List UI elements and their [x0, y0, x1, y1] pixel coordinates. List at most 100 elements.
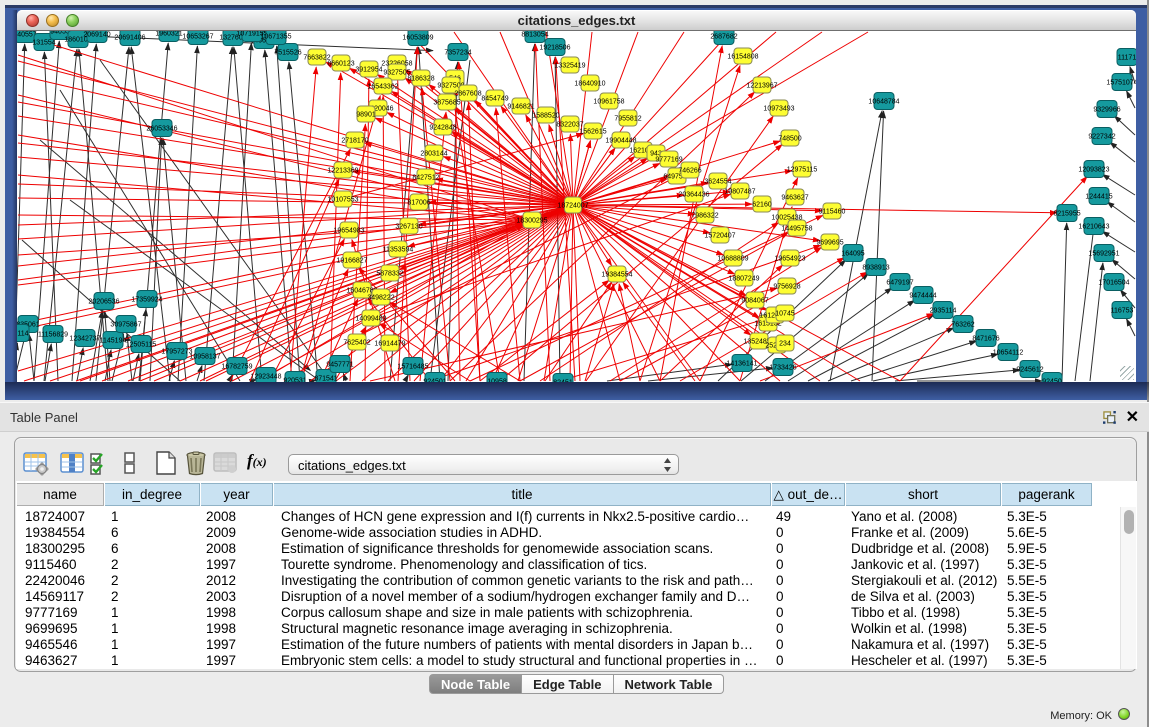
- svg-text:2687682: 2687682: [710, 34, 737, 41]
- svg-text:8471676: 8471676: [972, 336, 999, 343]
- svg-text:9474444: 9474444: [909, 293, 936, 300]
- svg-text:94055: 94055: [50, 31, 70, 36]
- svg-text:98901: 98901: [356, 112, 376, 119]
- svg-text:8186328: 8186328: [407, 76, 434, 83]
- svg-text:12975115: 12975115: [787, 167, 818, 174]
- svg-text:3912954: 3912954: [355, 67, 382, 74]
- svg-text:10973493: 10973493: [763, 106, 794, 113]
- svg-text:1960321: 1960321: [155, 31, 182, 38]
- svg-text:19654923: 19654923: [774, 256, 805, 263]
- svg-text:748500: 748500: [778, 136, 801, 143]
- svg-text:2935114: 2935114: [930, 308, 957, 315]
- svg-text:12213967: 12213967: [746, 83, 777, 90]
- svg-text:9463627: 9463627: [781, 195, 808, 202]
- svg-text:18724007: 18724007: [557, 203, 588, 210]
- svg-text:7986322: 7986322: [691, 213, 718, 220]
- svg-text:10745: 10745: [775, 311, 795, 318]
- svg-text:2867608: 2867608: [454, 91, 481, 98]
- svg-text:8660123: 8660123: [327, 61, 354, 68]
- svg-text:12342737: 12342737: [69, 336, 100, 343]
- svg-text:18300295: 18300295: [516, 218, 547, 225]
- svg-text:15720407: 15720407: [704, 233, 735, 240]
- svg-text:1145194: 1145194: [100, 338, 127, 345]
- svg-text:8427512: 8427512: [412, 175, 439, 182]
- svg-text:19904448: 19904448: [605, 138, 636, 145]
- svg-text:763262: 763262: [951, 322, 974, 329]
- svg-text:6479197: 6479197: [886, 280, 913, 287]
- svg-text:2718170: 2718170: [341, 138, 368, 145]
- svg-text:5878332: 5878332: [376, 271, 403, 278]
- svg-text:12505115: 12505115: [126, 342, 157, 349]
- svg-text:11353594: 11353594: [383, 247, 414, 254]
- svg-text:164095: 164095: [841, 251, 864, 258]
- svg-text:62160: 62160: [752, 202, 772, 209]
- svg-text:15751074: 15751074: [1106, 80, 1136, 87]
- svg-text:30975867: 30975867: [110, 322, 141, 329]
- svg-text:16053809: 16053809: [402, 35, 433, 42]
- svg-text:8813054: 8813054: [521, 32, 548, 39]
- svg-text:15716485: 15716485: [397, 364, 428, 371]
- svg-text:15692951: 15692951: [1088, 251, 1119, 258]
- svg-text:39114: 39114: [17, 331, 29, 338]
- svg-text:10961758: 10961758: [593, 99, 624, 106]
- svg-text:10107553: 10107553: [327, 197, 358, 204]
- svg-text:2069140: 2069140: [83, 32, 110, 39]
- svg-text:131554: 131554: [32, 40, 55, 47]
- svg-text:746266: 746266: [678, 168, 701, 175]
- svg-text:14136141: 14136141: [726, 361, 757, 368]
- svg-text:9115460: 9115460: [819, 209, 846, 216]
- svg-text:14099489: 14099489: [355, 316, 386, 323]
- svg-text:11171: 11171: [1118, 55, 1136, 62]
- svg-text:19218506: 19218506: [539, 45, 570, 52]
- svg-text:20364436: 20364436: [678, 192, 709, 199]
- svg-text:16914479: 16914479: [374, 341, 405, 348]
- svg-text:9756928: 9756928: [773, 284, 800, 291]
- svg-text:9699695: 9699695: [816, 240, 843, 247]
- svg-text:19654983: 19654983: [333, 228, 364, 235]
- svg-text:8454749: 8454749: [481, 96, 508, 103]
- svg-text:8938913: 8938913: [862, 265, 889, 272]
- svg-text:18807249: 18807249: [728, 276, 759, 283]
- svg-text:9245612: 9245612: [1016, 367, 1043, 374]
- svg-text:1562615: 1562615: [579, 129, 606, 136]
- svg-text:9327505: 9327505: [383, 70, 410, 77]
- svg-text:11156829: 11156829: [38, 332, 68, 339]
- svg-text:10671355: 10671355: [260, 34, 291, 41]
- svg-text:817006: 817006: [407, 200, 430, 207]
- svg-text:9227342: 9227342: [1088, 134, 1115, 141]
- svg-text:17016504: 17016504: [1098, 280, 1129, 287]
- svg-text:19384554: 19384554: [601, 272, 632, 279]
- svg-text:3624554: 3624554: [704, 179, 731, 186]
- svg-text:9084067: 9084067: [741, 298, 768, 305]
- svg-text:9146821: 9146821: [507, 104, 534, 111]
- svg-text:10648784: 10648784: [868, 99, 899, 106]
- svg-text:17359924: 17359924: [131, 297, 162, 304]
- svg-text:7357234: 7357234: [444, 50, 471, 57]
- svg-text:3875685: 3875685: [433, 100, 460, 107]
- svg-text:10654112: 10654112: [993, 350, 1024, 357]
- svg-text:26053346: 26053346: [146, 126, 177, 133]
- svg-text:16782759: 16782759: [221, 364, 252, 371]
- svg-text:12093823: 12093823: [1078, 167, 1109, 174]
- svg-text:12923448: 12923448: [250, 374, 281, 381]
- svg-text:20691406: 20691406: [114, 35, 145, 42]
- svg-text:2803144: 2803144: [420, 151, 447, 158]
- svg-text:12213369: 12213369: [327, 168, 358, 175]
- svg-text:1244415: 1244415: [1085, 194, 1112, 201]
- svg-text:16210643: 16210643: [1078, 224, 1109, 231]
- svg-text:10653267: 10653267: [182, 34, 213, 41]
- svg-text:13325419: 13325419: [554, 63, 585, 70]
- svg-text:116753: 116753: [1111, 308, 1134, 315]
- svg-text:20206536: 20206536: [88, 299, 119, 306]
- svg-text:16543362: 16543362: [367, 84, 398, 91]
- svg-text:10958137: 10958137: [189, 354, 220, 361]
- svg-text:16154808: 16154808: [727, 54, 758, 61]
- svg-text:7625402: 7625402: [343, 340, 370, 347]
- svg-text:9242848: 9242848: [429, 125, 456, 132]
- svg-text:8215955: 8215955: [1053, 211, 1080, 218]
- svg-text:18640910: 18640910: [574, 81, 605, 88]
- svg-text:9329966: 9329966: [1093, 107, 1120, 114]
- svg-text:8322037: 8322037: [556, 122, 583, 129]
- svg-text:9777169: 9777169: [655, 157, 682, 164]
- svg-text:3498222: 3498222: [367, 295, 394, 302]
